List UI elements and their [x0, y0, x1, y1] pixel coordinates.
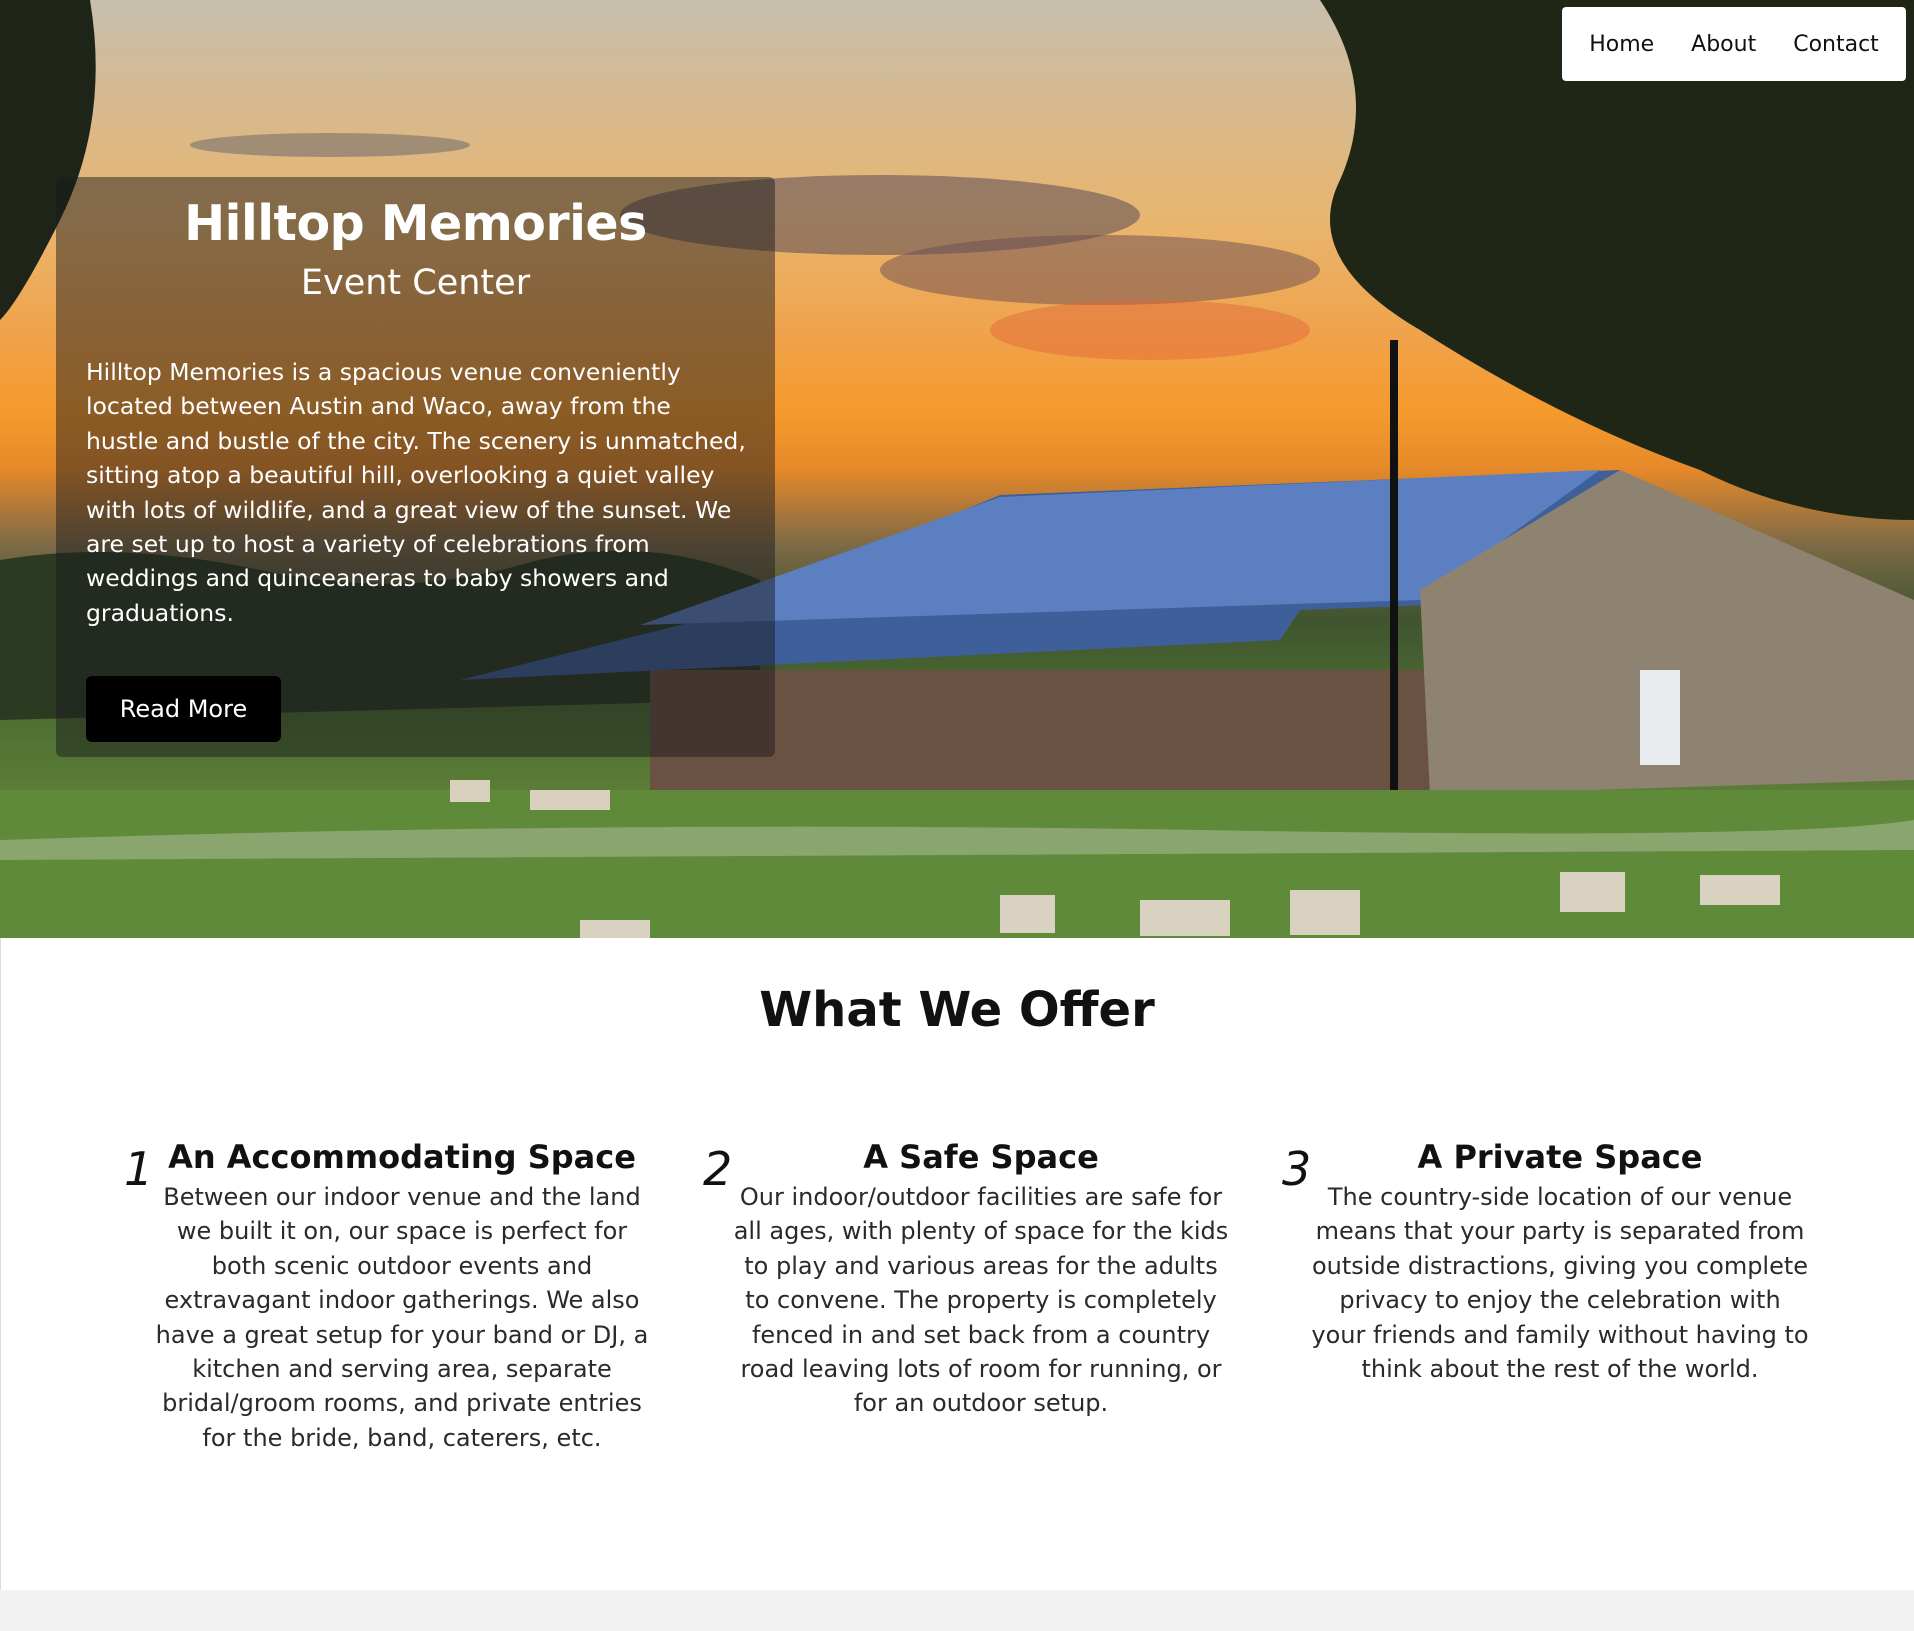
- footer-band: [0, 1590, 1914, 1631]
- feature-body: Between our indoor venue and the land we…: [155, 1183, 649, 1452]
- offer-section-title: What We Offer: [759, 982, 1155, 1038]
- feature-heading: An Accommodating Space: [168, 1138, 636, 1176]
- hero-section: Home About Contact Hilltop Memories Even…: [0, 0, 1914, 938]
- feature-number: 3: [1282, 1142, 1312, 1196]
- read-more-button[interactable]: Read More: [86, 676, 281, 742]
- feature-number: 1: [124, 1142, 154, 1196]
- feature-body: Our indoor/outdoor facilities are safe f…: [733, 1183, 1229, 1418]
- hero-intro-card: Hilltop Memories Event Center Hilltop Me…: [56, 177, 775, 757]
- feature-heading: A Safe Space: [863, 1138, 1099, 1176]
- site-title: Hilltop Memories: [184, 195, 647, 252]
- nav-contact-link[interactable]: Contact: [1793, 32, 1879, 57]
- nav-about-link[interactable]: About: [1691, 32, 1756, 57]
- feature-number: 2: [703, 1142, 733, 1196]
- feature-body: The country-side location of our venue m…: [1311, 1183, 1809, 1384]
- feature-heading: A Private Space: [1417, 1138, 1703, 1176]
- hero-description: Hilltop Memories is a spacious venue con…: [86, 358, 746, 627]
- top-nav: Home About Contact: [1562, 7, 1906, 81]
- site-subtitle: Event Center: [300, 263, 531, 303]
- nav-home-link[interactable]: Home: [1589, 32, 1654, 57]
